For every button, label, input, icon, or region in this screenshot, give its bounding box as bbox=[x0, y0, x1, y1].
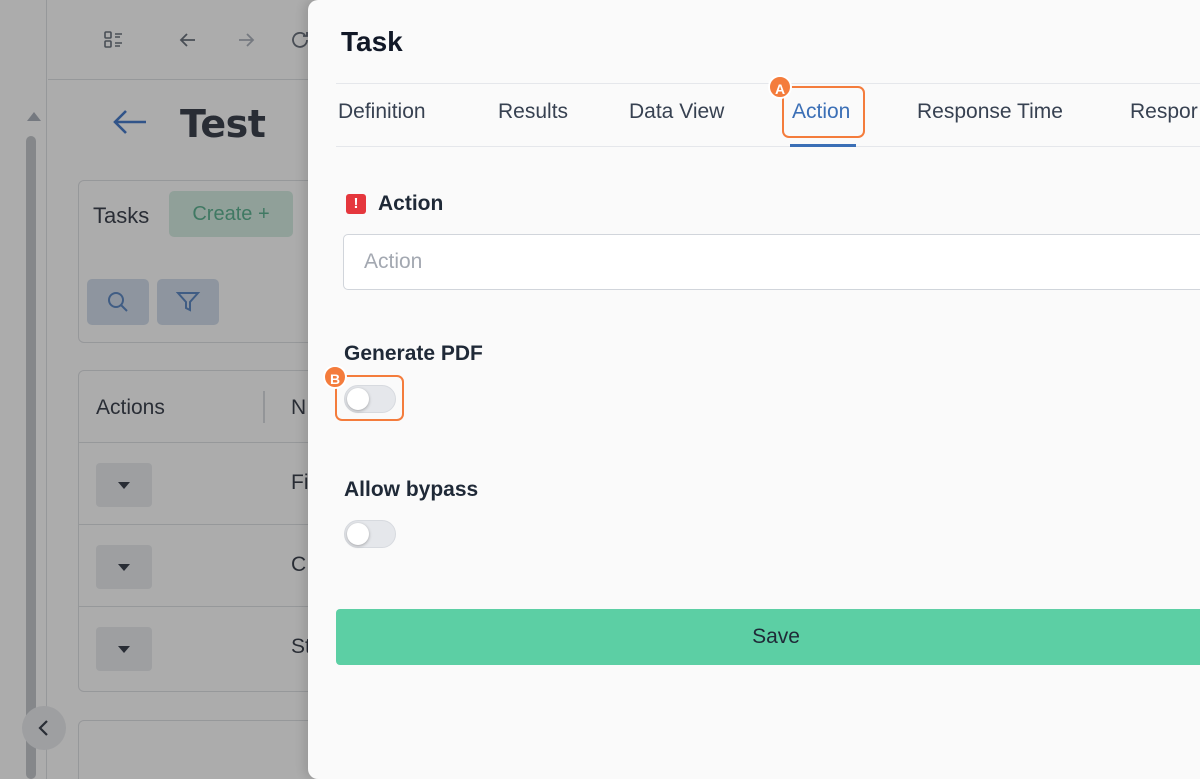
tab-results[interactable]: Results bbox=[498, 100, 568, 124]
allow-bypass-label: Allow bypass bbox=[344, 478, 479, 501]
required-icon: ! bbox=[346, 194, 366, 214]
save-button[interactable]: Save bbox=[336, 609, 1200, 665]
task-drawer: Task Definition Results Data View Action… bbox=[308, 0, 1200, 779]
action-label: Action bbox=[378, 192, 444, 215]
drawer-title: Task bbox=[341, 26, 403, 57]
annotation-marker-a: A bbox=[768, 75, 792, 99]
allow-bypass-toggle[interactable] bbox=[344, 520, 396, 548]
annotation-highlight-a bbox=[782, 86, 865, 138]
tab-response[interactable]: Respor bbox=[1130, 100, 1198, 124]
tab-response-time[interactable]: Response Time bbox=[917, 100, 1063, 124]
generate-pdf-label: Generate PDF bbox=[344, 342, 483, 365]
tab-data-view[interactable]: Data View bbox=[629, 100, 724, 124]
active-tab-indicator bbox=[790, 144, 856, 147]
tab-definition[interactable]: Definition bbox=[338, 100, 426, 124]
action-input[interactable] bbox=[343, 234, 1200, 290]
tab-bar: Definition Results Data View Action Resp… bbox=[336, 84, 1200, 147]
toggle-knob bbox=[347, 523, 369, 545]
annotation-marker-b: B bbox=[323, 365, 347, 389]
